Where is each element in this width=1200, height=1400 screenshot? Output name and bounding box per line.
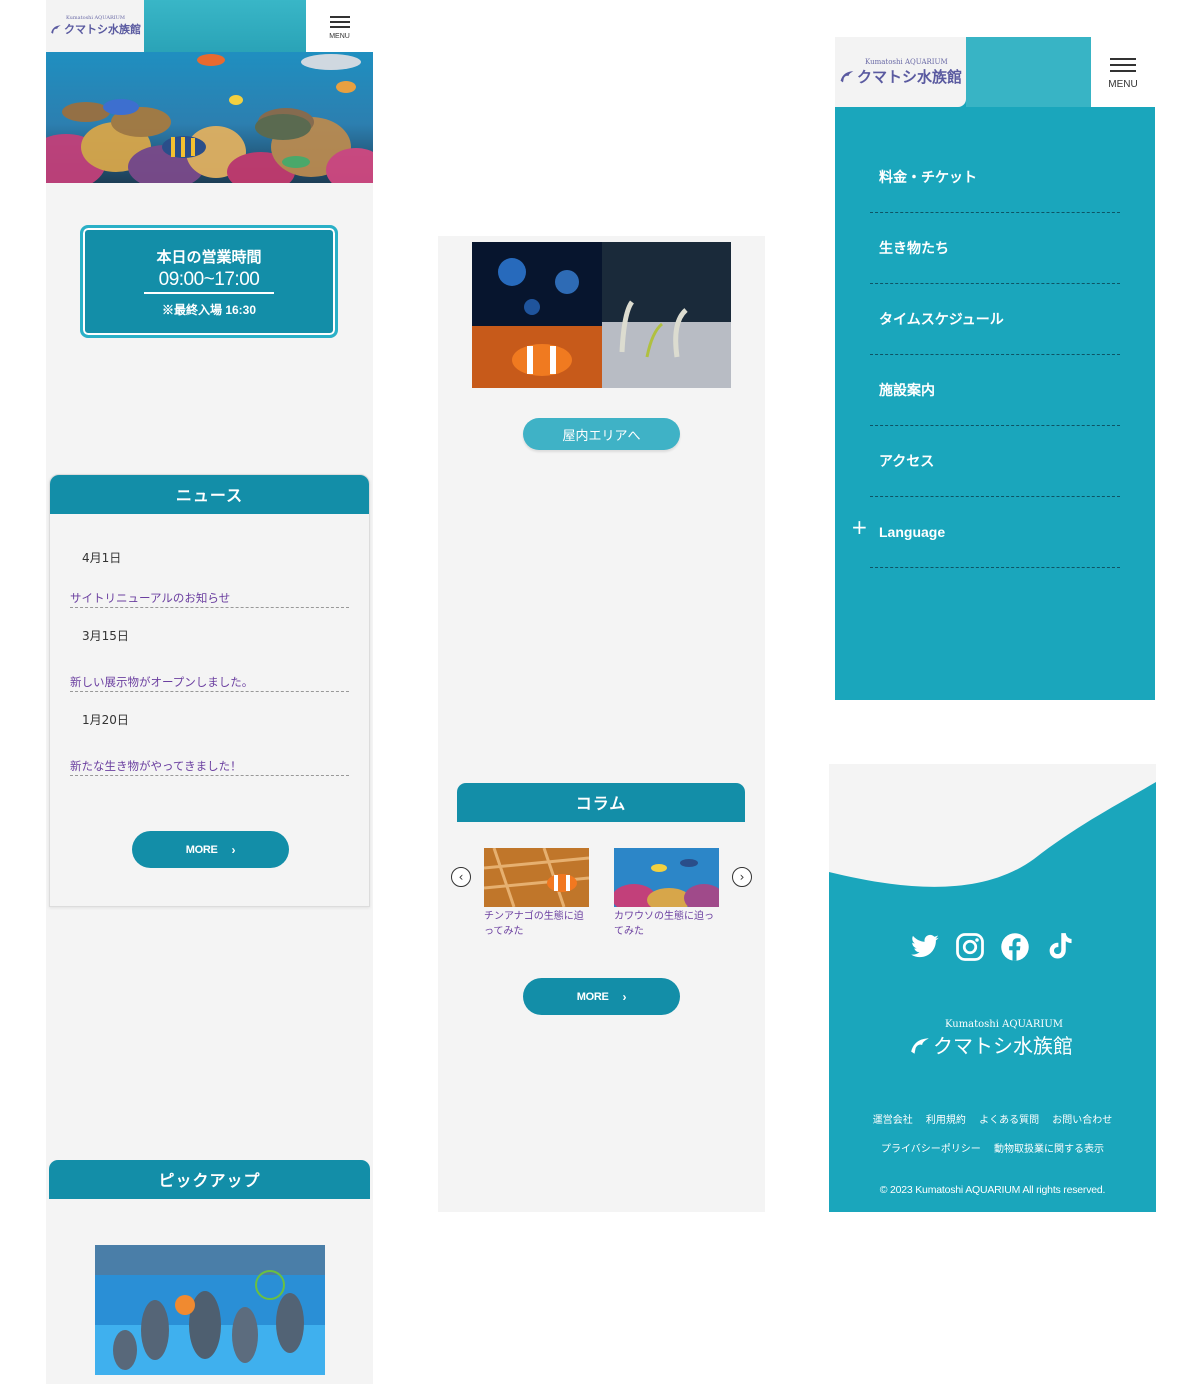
footer-link-animal-business[interactable]: 動物取扱業に関する表示 bbox=[994, 1144, 1104, 1155]
logo-english-name: Kumatoshi AQUARIUM bbox=[945, 1019, 1064, 1030]
chevron-right-icon: › bbox=[739, 870, 745, 884]
news-item: 4月1日 サイトリニューアルのお知らせ bbox=[70, 514, 349, 608]
site-logo[interactable]: Kumatoshi AQUARIUM クマトシ水族館 bbox=[835, 37, 966, 107]
news-list: 4月1日 サイトリニューアルのお知らせ 3月15日 新しい展示物がオープンしまし… bbox=[50, 514, 369, 776]
facebook-icon[interactable] bbox=[1000, 932, 1030, 962]
twitter-icon[interactable] bbox=[910, 932, 940, 962]
column-card[interactable]: カワウソの生態に迫ってみた bbox=[614, 848, 719, 939]
footer-links-row: 運営会社 利用規約 よくある質問 お問い合わせ bbox=[829, 1106, 1156, 1135]
news-date: 3月15日 bbox=[82, 629, 129, 643]
chevron-right-icon: › bbox=[231, 842, 236, 857]
hamburger-icon bbox=[329, 13, 350, 31]
plus-icon: + bbox=[851, 515, 868, 539]
mobile-menu-open: Kumatoshi AQUARIUM クマトシ水族館 MENU 料金・チケット … bbox=[835, 37, 1155, 700]
column-caption: チンアナゴの生態に迫ってみた bbox=[484, 911, 584, 937]
column-section-header: コラム bbox=[457, 783, 745, 823]
menu-item-access[interactable]: アクセス bbox=[870, 426, 1120, 497]
carousel-next-button[interactable]: › bbox=[732, 867, 752, 887]
news-title-link[interactable]: 新しい展示物がオープンしました。 bbox=[70, 648, 349, 692]
logo-japanese-name: クマトシ水族館 bbox=[857, 67, 963, 86]
indoor-area-collage-image bbox=[472, 242, 731, 388]
news-heading: ニュース bbox=[50, 475, 369, 514]
news-title-link[interactable]: 新たな生き物がやってきました！ bbox=[70, 732, 349, 776]
indoor-area-button[interactable]: 屋内エリアへ bbox=[523, 418, 680, 450]
column-more-button[interactable]: MORE › bbox=[523, 978, 680, 1015]
chevron-left-icon: ‹ bbox=[458, 870, 464, 884]
social-links bbox=[829, 932, 1156, 962]
last-entry-note: ※最終入場 16:30 bbox=[161, 303, 257, 317]
site-footer: Kumatoshi AQUARIUM クマトシ水族館 運営会社 利用規約 よくあ… bbox=[829, 764, 1156, 1212]
menu-label: MENU bbox=[329, 32, 350, 40]
footer-links-row: プライバシーポリシー 動物取扱業に関する表示 bbox=[829, 1135, 1156, 1164]
menu-button[interactable]: MENU bbox=[1091, 37, 1155, 107]
nav-menu-list: 料金・チケット 生き物たち タイムスケジュール 施設案内 アクセス + Lang… bbox=[851, 142, 1120, 568]
column-thumbnail-clownfish bbox=[484, 848, 589, 907]
carousel-prev-button[interactable]: ‹ bbox=[451, 867, 471, 887]
news-item: 1月20日 新たな生き物がやってきました！ bbox=[70, 692, 349, 776]
header-sea-strip bbox=[144, 0, 306, 52]
tiktok-icon[interactable] bbox=[1045, 932, 1075, 962]
copyright-text: © 2023 Kumatoshi AQUARIUM All rights res… bbox=[879, 1184, 1106, 1196]
header-sea-strip bbox=[966, 37, 1091, 107]
pickup-heading: ピックアップ bbox=[49, 1160, 370, 1199]
business-hours-time: 09:00~17:00 bbox=[144, 269, 274, 294]
dolphin-logo-icon bbox=[840, 71, 854, 83]
menu-item-tickets[interactable]: 料金・チケット bbox=[870, 142, 1120, 213]
news-date: 1月20日 bbox=[82, 713, 129, 727]
menu-item-creatures[interactable]: 生き物たち bbox=[870, 213, 1120, 284]
news-title-link[interactable]: サイトリニューアルのお知らせ bbox=[70, 570, 349, 608]
menu-item-language[interactable]: + Language bbox=[851, 497, 1120, 568]
column-heading: コラム bbox=[457, 783, 745, 822]
footer-link-terms[interactable]: 利用規約 bbox=[926, 1115, 966, 1126]
column-caption: カワウソの生態に迫ってみた bbox=[614, 911, 714, 937]
footer-links: 運営会社 利用規約 よくある質問 お問い合わせ プライバシーポリシー 動物取扱業… bbox=[829, 1106, 1156, 1164]
menu-button[interactable]: MENU bbox=[306, 0, 373, 52]
news-more-button[interactable]: MORE › bbox=[132, 831, 289, 868]
logo-japanese-name: クマトシ水族館 bbox=[64, 23, 141, 36]
column-thumbnail-reef bbox=[614, 848, 719, 907]
menu-label: MENU bbox=[1108, 79, 1138, 90]
pickup-section-header: ピックアップ bbox=[49, 1160, 370, 1200]
logo-japanese-name: クマトシ水族館 bbox=[933, 1034, 1073, 1058]
mobile-home-top: Kumatoshi AQUARIUM クマトシ水族館 MENU 本日の営業時間 … bbox=[46, 0, 373, 1384]
more-label: MORE bbox=[576, 990, 609, 1003]
language-label: Language bbox=[879, 524, 946, 540]
more-label: MORE bbox=[185, 843, 218, 856]
menu-item-facilities[interactable]: 施設案内 bbox=[870, 355, 1120, 426]
site-logo[interactable]: Kumatoshi AQUARIUM クマトシ水族館 bbox=[46, 0, 144, 52]
menu-item-schedule[interactable]: タイムスケジュール bbox=[870, 284, 1120, 355]
news-item: 3月15日 新しい展示物がオープンしました。 bbox=[70, 608, 349, 692]
mobile-home-middle: 屋内エリアへ コラム ‹ チンアナゴの生態に迫ってみた カワウソの生態に迫ってみ… bbox=[438, 236, 765, 1212]
instagram-icon[interactable] bbox=[955, 932, 985, 962]
footer-link-faq[interactable]: よくある質問 bbox=[979, 1115, 1039, 1126]
pickup-dolphin-show-image[interactable] bbox=[95, 1245, 325, 1375]
footer-link-company[interactable]: 運営会社 bbox=[873, 1115, 913, 1126]
dolphin-logo-icon bbox=[911, 1037, 929, 1054]
logo-english-name: Kumatoshi AQUARIUM bbox=[865, 57, 948, 66]
chevron-right-icon: › bbox=[622, 989, 627, 1004]
column-card[interactable]: チンアナゴの生態に迫ってみた bbox=[484, 848, 589, 939]
news-section: ニュース 4月1日 サイトリニューアルのお知らせ 3月15日 新しい展示物がオー… bbox=[49, 474, 370, 907]
business-hours-panel: 本日の営業時間 09:00~17:00 ※最終入場 16:30 bbox=[80, 225, 338, 338]
news-date: 4月1日 bbox=[82, 551, 122, 565]
dolphin-logo-icon bbox=[51, 25, 61, 34]
footer-logo[interactable]: Kumatoshi AQUARIUM クマトシ水族館 bbox=[909, 1019, 1079, 1059]
footer-link-contact[interactable]: お問い合わせ bbox=[1052, 1115, 1112, 1126]
hamburger-icon bbox=[1110, 54, 1136, 76]
hero-coral-reef-image bbox=[46, 52, 373, 183]
footer-link-privacy[interactable]: プライバシーポリシー bbox=[881, 1144, 981, 1155]
business-hours-title: 本日の営業時間 bbox=[156, 249, 262, 266]
